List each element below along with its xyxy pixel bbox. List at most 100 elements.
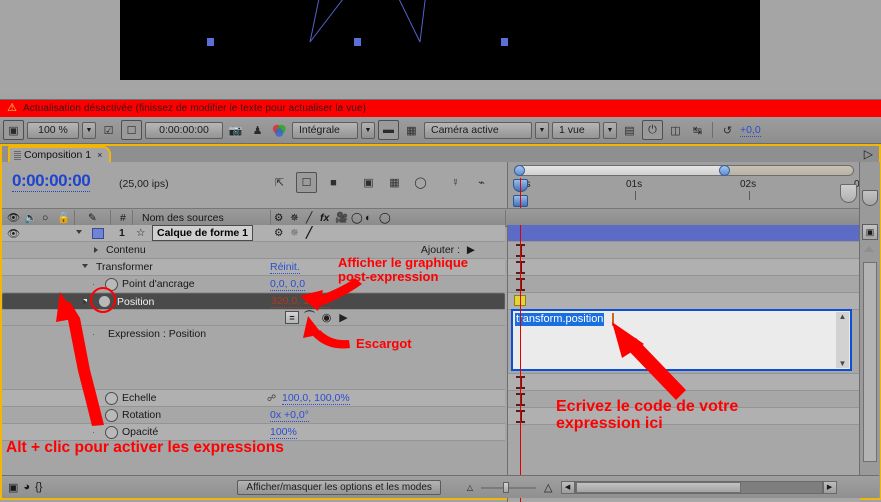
scroll-up-icon[interactable]: ▲	[839, 312, 847, 321]
property-row-position[interactable]: Position 320,0, 180,0	[2, 293, 505, 310]
track-row-position[interactable]	[508, 293, 860, 310]
viewer-toolbar[interactable]: ▣ 100 % ▼ ☑ ☐ 0:00:00:00 📷 ♟ Intégrale ▼…	[0, 117, 881, 144]
frame-render-icon[interactable]: ▣	[8, 481, 18, 494]
timeline-icon[interactable]: ◫	[666, 121, 685, 139]
shy-icon[interactable]: ⚙	[274, 227, 283, 239]
views-dropdown-caret-icon[interactable]: ▼	[603, 121, 617, 139]
mask-visibility-icon[interactable]: ☐	[121, 120, 142, 140]
solo-icon[interactable]: ○	[42, 209, 48, 226]
column-header-source-name[interactable]: Nom des sources	[142, 209, 224, 226]
viewer-time-value[interactable]: 0:00:00:00	[145, 121, 223, 139]
motion-blur-icon[interactable]: ◯	[351, 209, 363, 226]
timeline-track-area[interactable]: transform.position ▲ ▼	[507, 225, 860, 502]
expand-triangle-icon[interactable]	[83, 298, 87, 305]
horizontal-scroll-thumb[interactable]	[575, 481, 741, 493]
audio-icon[interactable]: 🔈	[24, 209, 37, 226]
property-value[interactable]: 0x +0,0°	[270, 409, 309, 422]
constrain-proportions-icon[interactable]: ☍	[267, 393, 276, 404]
expression-controls-row[interactable]: = ⏜ ◉ ▶	[2, 310, 505, 326]
expand-triangle-icon[interactable]	[82, 263, 88, 271]
comp-marker-bin-icon[interactable]	[840, 184, 857, 203]
scroll-down-icon[interactable]: ▼	[839, 359, 847, 368]
exposure-value[interactable]: +0,0	[740, 124, 761, 137]
close-icon[interactable]: ×	[97, 150, 102, 160]
expression-enable-icon[interactable]: =	[285, 311, 299, 324]
zoom-level-value[interactable]: 100 %	[27, 121, 79, 139]
layer-duration-bar[interactable]	[508, 225, 860, 241]
expression-controls[interactable]: = ⏜ ◉ ▶	[285, 311, 350, 324]
horizontal-scrollbar[interactable]	[574, 480, 823, 494]
expand-triangle-icon[interactable]	[76, 229, 82, 237]
zoom-out-small-triangle[interactable]: △	[467, 483, 473, 492]
timeline-right-rail[interactable]: ▣	[859, 162, 880, 498]
region-of-interest-icon[interactable]: ☑	[99, 121, 118, 139]
column-header-index[interactable]: #	[120, 209, 126, 226]
video-visibility-icon[interactable]: 👁	[7, 209, 20, 226]
3d-layer-icon[interactable]: ◯	[379, 209, 391, 226]
brainstorm-icon[interactable]: ◯	[411, 173, 430, 192]
video-visibility-icon[interactable]: 👁	[7, 227, 20, 240]
layer-row[interactable]: 👁 1 ☆ Calque de forme 1 ⚙ ✵ ╱	[2, 225, 505, 242]
show-snapshot-icon[interactable]: ♟	[248, 121, 267, 139]
frame-blending-icon[interactable]: 🎥	[335, 209, 348, 226]
adjustment-layer-icon[interactable]: ◐	[365, 209, 371, 226]
pixel-aspect-icon[interactable]: ▬	[378, 120, 399, 140]
track-row-layer[interactable]	[508, 225, 860, 242]
expression-code-text[interactable]: transform.position	[515, 313, 605, 326]
composition-canvas[interactable]	[120, 0, 760, 80]
expression-editor-scrollbar[interactable]: ▲ ▼	[836, 312, 849, 368]
stopwatch-icon[interactable]	[105, 408, 118, 422]
shy-icon[interactable]: ⚙	[274, 209, 283, 226]
scroll-right-icon[interactable]: ▶	[822, 480, 837, 494]
timeline-bottom-bar[interactable]: ▣ ◕ {} Afficher/masquer les options et l…	[2, 475, 879, 498]
work-area-end-handle[interactable]	[719, 165, 730, 176]
composition-mini-flowchart-icon[interactable]: ⇱	[270, 173, 289, 192]
timeline-header-icons[interactable]: ⇱ ☐ ■ ▣ ▦ ◯ ☿ ⌁	[270, 172, 491, 193]
property-row-rotation[interactable]: · Rotation 0x +0,0°	[2, 407, 505, 424]
label-color-swatch[interactable]	[92, 227, 104, 239]
enable-frame-blending-icon[interactable]: ▣	[359, 173, 378, 192]
layer-name[interactable]: Calque de forme 1	[152, 225, 254, 241]
fast-previews-icon[interactable]: ⏻	[642, 120, 663, 140]
composition-viewer[interactable]	[0, 0, 881, 95]
track-row-transformer[interactable]	[508, 259, 860, 276]
comp-marker-bin-icon[interactable]	[862, 190, 878, 206]
collapse-triangle-icon[interactable]	[864, 246, 874, 252]
layer-switches-icon[interactable]: ▣	[862, 224, 878, 240]
work-area-start-handle[interactable]	[514, 165, 525, 176]
zoom-slider-thumb[interactable]	[503, 481, 510, 493]
transparency-grid-icon[interactable]: ▦	[402, 121, 421, 139]
views-value[interactable]: 1 vue	[552, 121, 600, 139]
comp-flowchart-icon[interactable]: ↹	[688, 121, 707, 139]
property-row-scale[interactable]: · Echelle ☍ 100,0, 100,0%	[2, 390, 505, 407]
reset-link[interactable]: Réinit.	[270, 261, 300, 274]
tab-composition-1[interactable]: Composition 1 ×	[8, 146, 112, 162]
property-value[interactable]: 0,0, 0,0	[270, 278, 306, 291]
camera-value[interactable]: Caméra active	[424, 121, 532, 139]
expand-triangle-icon[interactable]	[94, 247, 98, 253]
label-color-icon[interactable]: ✎	[88, 209, 97, 226]
track-row-scale[interactable]	[508, 374, 860, 391]
quality-dropdown-caret-icon[interactable]: ▼	[361, 121, 375, 139]
zoom-dropdown-caret-icon[interactable]: ▼	[82, 121, 96, 139]
property-value[interactable]: 100,0, 100,0%	[282, 392, 350, 405]
share-view-options-icon[interactable]: ▤	[620, 121, 639, 139]
expression-graph-icon[interactable]: ⏜	[303, 311, 316, 324]
scroll-left-icon[interactable]: ◀	[560, 480, 575, 494]
vertical-scrollbar[interactable]	[863, 262, 877, 462]
draft-3d-icon[interactable]: ☐	[296, 172, 317, 193]
camera-dropdown-caret-icon[interactable]: ▼	[535, 121, 549, 139]
quality-value[interactable]: Intégrale	[292, 121, 358, 139]
quality-icon[interactable]: ╱	[306, 227, 312, 239]
lock-icon[interactable]: 🔒	[57, 209, 70, 226]
camera-snapshot-icon[interactable]: 📷	[226, 121, 245, 139]
channels-rgb-icon[interactable]	[270, 121, 289, 139]
zoom-slider[interactable]	[481, 481, 537, 493]
hide-shy-layers-icon[interactable]: ■	[324, 173, 343, 192]
zoom-in-large-triangle[interactable]: △	[544, 481, 552, 494]
motion-blur-toggle-icon[interactable]: ◕	[23, 481, 30, 493]
expression-language-menu-icon[interactable]: ▶	[337, 311, 350, 324]
property-value[interactable]: 320,0, 180,0	[271, 295, 330, 308]
quality-icon[interactable]: ╱	[306, 209, 312, 226]
reset-exposure-icon[interactable]: ↺	[718, 121, 737, 139]
